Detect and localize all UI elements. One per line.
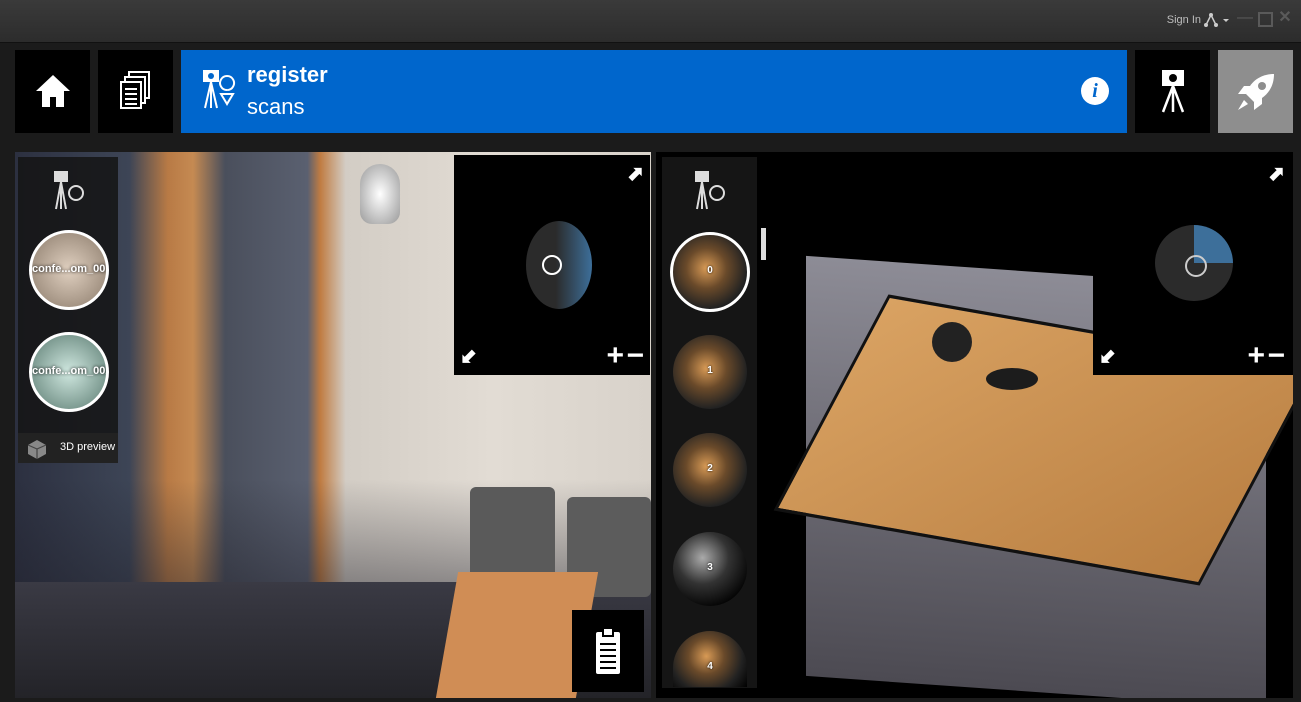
left-scan-list: confe...om_001 confe...om_002 xyxy=(18,157,118,462)
phone-object-2 xyxy=(986,368,1038,390)
clipboard-button[interactable] xyxy=(572,610,644,692)
minimize-icon[interactable]: — xyxy=(1237,10,1253,26)
pages-button[interactable] xyxy=(98,50,173,133)
home-icon xyxy=(36,75,70,107)
scan-number: 0 xyxy=(707,265,713,276)
scanner-button[interactable] xyxy=(1135,50,1210,133)
zoom-out-icon[interactable]: − xyxy=(1267,339,1285,373)
network-menu-icon[interactable] xyxy=(1203,12,1231,28)
scan-1-pin-icon xyxy=(54,171,84,210)
phone-object xyxy=(932,322,972,362)
scan-list-scrollbar[interactable] xyxy=(761,228,766,260)
zoom-in-icon[interactable]: + xyxy=(606,339,624,373)
collapse-icon[interactable]: ⬋ xyxy=(1099,344,1116,369)
collapse-icon[interactable]: ⬋ xyxy=(460,344,477,369)
expand-icon[interactable]: ⬈ xyxy=(627,161,644,186)
rocket-icon xyxy=(1238,74,1274,110)
expand-icon[interactable]: ⬈ xyxy=(1268,161,1285,186)
pages-icon xyxy=(120,71,150,109)
scan-thumbnail-2[interactable]: confe...om_002 xyxy=(29,332,109,412)
zoom-in-icon[interactable]: + xyxy=(1247,339,1265,373)
right-minimap[interactable]: ⬈ ⬋ + − xyxy=(1093,155,1293,375)
page-title: register xyxy=(247,62,328,87)
scan-number: 1 xyxy=(707,365,713,376)
scanner-tripod-icon xyxy=(1161,70,1185,113)
3d-preview-label: 3D preview xyxy=(60,441,116,453)
maximize-icon[interactable] xyxy=(1258,12,1273,27)
scan-circle-2[interactable]: 2 xyxy=(673,433,747,507)
page-banner: register scans i xyxy=(181,50,1127,133)
info-icon[interactable]: i xyxy=(1081,77,1109,105)
right-scan-list: 0 1 2 3 4 xyxy=(662,157,757,688)
scan-circle-3[interactable]: 3 xyxy=(673,532,747,606)
3d-preview-button[interactable]: 3D preview xyxy=(18,433,118,463)
rocket-button[interactable] xyxy=(1218,50,1293,133)
scan-pin-icon xyxy=(203,70,236,109)
zoom-out-icon[interactable]: − xyxy=(626,339,644,373)
minimap-scan-marker[interactable] xyxy=(542,255,562,275)
scan-number: 3 xyxy=(707,562,713,573)
clipboard-icon xyxy=(596,627,620,674)
scan-thumbnail-label: confe...om_002 xyxy=(32,365,109,377)
close-icon[interactable]: ✕ xyxy=(1277,10,1293,26)
scan-number: 4 xyxy=(707,661,713,672)
scan-thumbnail-1[interactable]: confe...om_001 xyxy=(29,230,109,310)
scan-circle-1[interactable]: 1 xyxy=(673,335,747,409)
home-button[interactable] xyxy=(15,50,90,133)
scan-circle-0[interactable]: 0 xyxy=(670,232,750,312)
scan-thumbnail-label: confe...om_001 xyxy=(32,263,109,275)
scan-circle-4[interactable]: 4 xyxy=(673,631,747,687)
scan-2-pin-icon xyxy=(695,171,725,210)
cube-icon xyxy=(27,440,47,459)
page-subtitle: scans xyxy=(247,94,305,119)
scan-number: 2 xyxy=(707,463,713,474)
ceiling-light xyxy=(360,164,400,224)
minimap-scan-marker[interactable] xyxy=(1185,255,1207,277)
window-titlebar: Sign In — ✕ xyxy=(0,0,1301,43)
sign-in-link[interactable]: Sign In xyxy=(1167,14,1201,26)
left-minimap[interactable]: ⬈ ⬋ + − xyxy=(454,155,650,375)
